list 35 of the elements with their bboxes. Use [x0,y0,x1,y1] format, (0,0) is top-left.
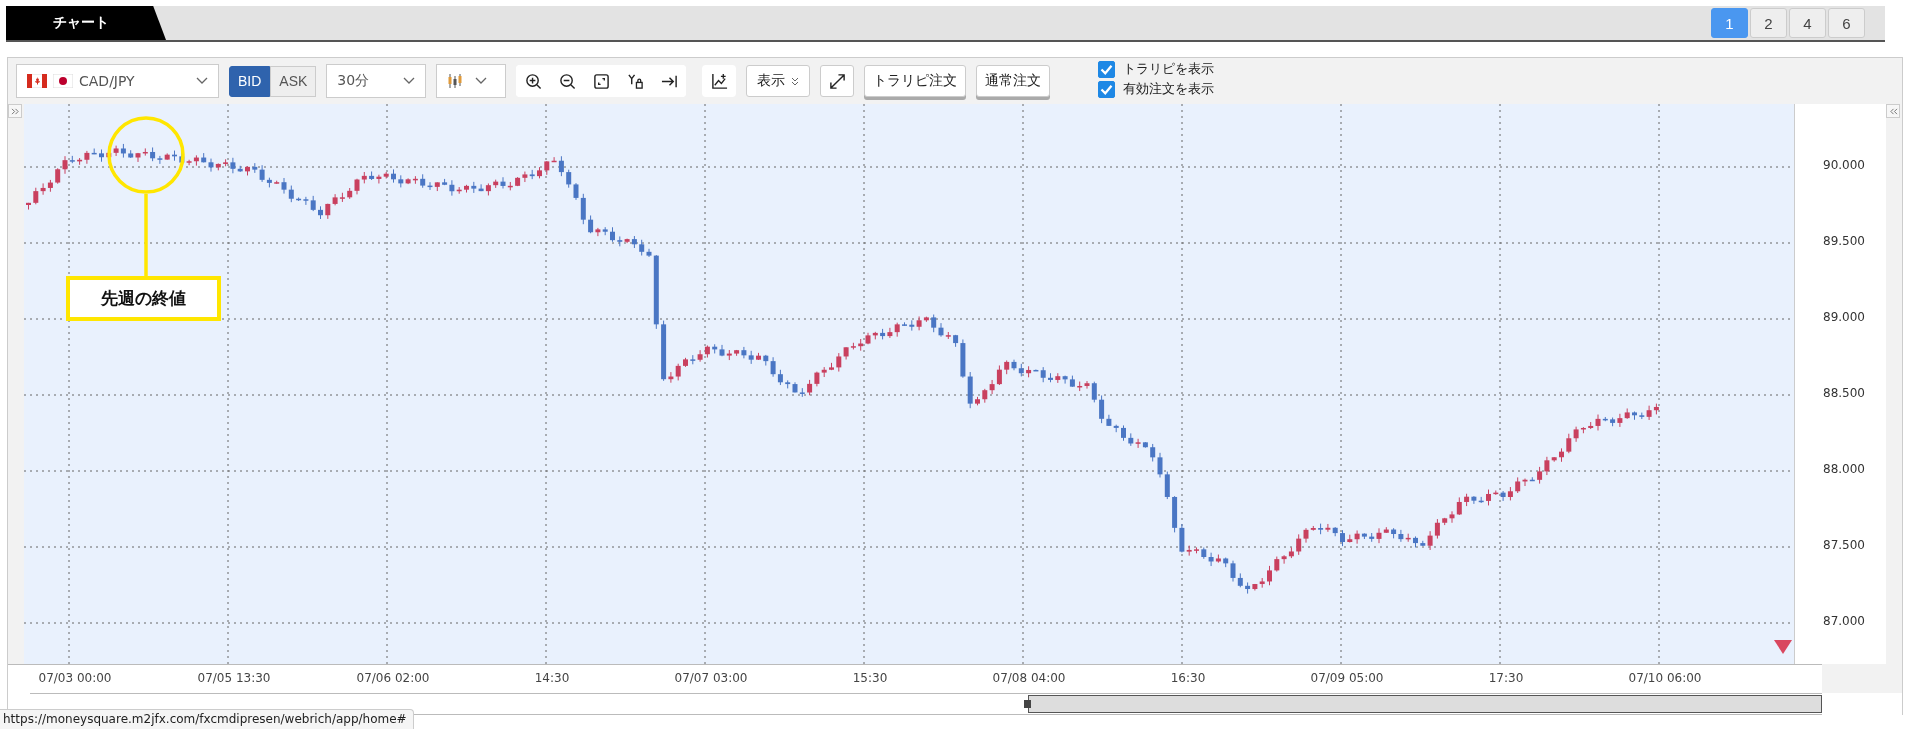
timeframe-dropdown[interactable]: 30分 [326,64,427,98]
y-axis-label: 87.500 [1823,538,1865,552]
x-axis-label: 07/08 04:00 [992,671,1066,685]
x-axis-label: 15:30 [852,671,888,685]
y-axis-label: 88.000 [1823,462,1865,476]
chart-tab[interactable]: チャート [6,6,166,40]
timeframe-label: 30分 [337,72,371,90]
y-axis-label: 90.000 [1823,158,1865,172]
status-url: https://moneysquare.m2jfx.com/fxcmdipresen/webrich/app/home# [0,709,414,729]
price-side-button[interactable]: ASK [270,65,317,97]
symbol-dropdown[interactable]: CAD/JPY [16,64,219,98]
x-axis-label: 07/05 13:30 [197,671,271,685]
y-axis-label: 89.500 [1823,234,1865,248]
y-axis-label: 87.000 [1823,614,1865,628]
order-button[interactable]: 通常注文 [976,65,1051,97]
price-side-button[interactable]: BID [229,65,271,97]
checkbox-label: 有効注文を表示 [1123,80,1215,98]
x-axis-label: 07/07 03:00 [674,671,748,685]
x-axis-label: 07/09 05:00 [1310,671,1384,685]
x-axis-label: 07/10 06:00 [1628,671,1702,685]
x-axis-label: 17:30 [1488,671,1524,685]
x-axis-label: 07/03 00:00 [38,671,112,685]
display-menu-button[interactable]: 表示 [746,65,811,97]
y-axis-label: 89.000 [1823,310,1865,324]
annotation-label: 先週の終値 [66,276,221,321]
layout-button[interactable]: 4 [1789,8,1826,38]
layout-button[interactable]: 6 [1828,8,1865,38]
x-axis-label: 14:30 [534,671,570,685]
x-axis-label: 07/06 02:00 [356,671,430,685]
order-button[interactable]: トラリピ注文 [864,65,967,97]
y-axis-label: 88.500 [1823,386,1865,400]
checkbox-label: トラリピを表示 [1123,60,1215,78]
symbol-label: CAD/JPY [79,73,136,89]
layout-button[interactable]: 2 [1750,8,1787,38]
x-axis-label: 16:30 [1170,671,1206,685]
